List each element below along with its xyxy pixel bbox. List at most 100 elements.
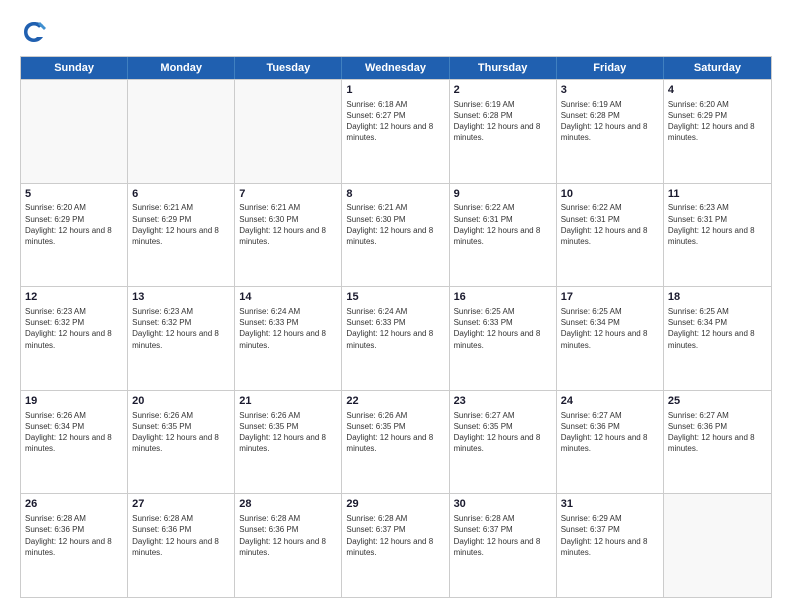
day-info: Sunrise: 6:20 AMSunset: 6:29 PMDaylight:… — [25, 202, 123, 247]
day-cell-11: 11Sunrise: 6:23 AMSunset: 6:31 PMDayligh… — [664, 184, 771, 287]
day-cell-28: 28Sunrise: 6:28 AMSunset: 6:36 PMDayligh… — [235, 494, 342, 597]
day-number: 7 — [239, 187, 337, 202]
day-cell-2: 2Sunrise: 6:19 AMSunset: 6:28 PMDaylight… — [450, 80, 557, 183]
day-number: 13 — [132, 290, 230, 305]
day-cell-29: 29Sunrise: 6:28 AMSunset: 6:37 PMDayligh… — [342, 494, 449, 597]
day-number: 29 — [346, 497, 444, 512]
day-number: 26 — [25, 497, 123, 512]
day-info: Sunrise: 6:18 AMSunset: 6:27 PMDaylight:… — [346, 99, 444, 144]
day-info: Sunrise: 6:27 AMSunset: 6:36 PMDaylight:… — [561, 410, 659, 455]
calendar: SundayMondayTuesdayWednesdayThursdayFrid… — [20, 56, 772, 598]
day-info: Sunrise: 6:27 AMSunset: 6:36 PMDaylight:… — [668, 410, 767, 455]
header-day-thursday: Thursday — [450, 57, 557, 79]
day-cell-14: 14Sunrise: 6:24 AMSunset: 6:33 PMDayligh… — [235, 287, 342, 390]
day-number: 31 — [561, 497, 659, 512]
day-info: Sunrise: 6:24 AMSunset: 6:33 PMDaylight:… — [346, 306, 444, 351]
day-info: Sunrise: 6:25 AMSunset: 6:33 PMDaylight:… — [454, 306, 552, 351]
day-cell-17: 17Sunrise: 6:25 AMSunset: 6:34 PMDayligh… — [557, 287, 664, 390]
day-number: 6 — [132, 187, 230, 202]
day-info: Sunrise: 6:28 AMSunset: 6:37 PMDaylight:… — [454, 513, 552, 558]
week-row-4: 26Sunrise: 6:28 AMSunset: 6:36 PMDayligh… — [21, 493, 771, 597]
logo-icon — [20, 18, 48, 46]
day-number: 4 — [668, 83, 767, 98]
day-cell-19: 19Sunrise: 6:26 AMSunset: 6:34 PMDayligh… — [21, 391, 128, 494]
empty-cell-0-1 — [128, 80, 235, 183]
day-info: Sunrise: 6:19 AMSunset: 6:28 PMDaylight:… — [454, 99, 552, 144]
day-cell-6: 6Sunrise: 6:21 AMSunset: 6:29 PMDaylight… — [128, 184, 235, 287]
day-cell-20: 20Sunrise: 6:26 AMSunset: 6:35 PMDayligh… — [128, 391, 235, 494]
calendar-body: 1Sunrise: 6:18 AMSunset: 6:27 PMDaylight… — [21, 79, 771, 597]
day-cell-7: 7Sunrise: 6:21 AMSunset: 6:30 PMDaylight… — [235, 184, 342, 287]
day-cell-26: 26Sunrise: 6:28 AMSunset: 6:36 PMDayligh… — [21, 494, 128, 597]
day-number: 27 — [132, 497, 230, 512]
day-info: Sunrise: 6:22 AMSunset: 6:31 PMDaylight:… — [561, 202, 659, 247]
day-cell-16: 16Sunrise: 6:25 AMSunset: 6:33 PMDayligh… — [450, 287, 557, 390]
page: SundayMondayTuesdayWednesdayThursdayFrid… — [0, 0, 792, 612]
day-number: 8 — [346, 187, 444, 202]
day-number: 11 — [668, 187, 767, 202]
day-info: Sunrise: 6:28 AMSunset: 6:36 PMDaylight:… — [132, 513, 230, 558]
day-info: Sunrise: 6:26 AMSunset: 6:35 PMDaylight:… — [239, 410, 337, 455]
day-number: 22 — [346, 394, 444, 409]
day-number: 1 — [346, 83, 444, 98]
header-day-friday: Friday — [557, 57, 664, 79]
week-row-2: 12Sunrise: 6:23 AMSunset: 6:32 PMDayligh… — [21, 286, 771, 390]
empty-cell-0-2 — [235, 80, 342, 183]
day-number: 30 — [454, 497, 552, 512]
day-number: 10 — [561, 187, 659, 202]
day-number: 24 — [561, 394, 659, 409]
header-day-sunday: Sunday — [21, 57, 128, 79]
day-cell-31: 31Sunrise: 6:29 AMSunset: 6:37 PMDayligh… — [557, 494, 664, 597]
header-day-saturday: Saturday — [664, 57, 771, 79]
day-info: Sunrise: 6:29 AMSunset: 6:37 PMDaylight:… — [561, 513, 659, 558]
day-info: Sunrise: 6:23 AMSunset: 6:32 PMDaylight:… — [25, 306, 123, 351]
day-number: 17 — [561, 290, 659, 305]
day-number: 23 — [454, 394, 552, 409]
header-day-monday: Monday — [128, 57, 235, 79]
day-info: Sunrise: 6:26 AMSunset: 6:35 PMDaylight:… — [132, 410, 230, 455]
day-cell-5: 5Sunrise: 6:20 AMSunset: 6:29 PMDaylight… — [21, 184, 128, 287]
day-number: 19 — [25, 394, 123, 409]
day-info: Sunrise: 6:28 AMSunset: 6:36 PMDaylight:… — [25, 513, 123, 558]
header — [20, 18, 772, 46]
day-cell-21: 21Sunrise: 6:26 AMSunset: 6:35 PMDayligh… — [235, 391, 342, 494]
week-row-3: 19Sunrise: 6:26 AMSunset: 6:34 PMDayligh… — [21, 390, 771, 494]
day-cell-12: 12Sunrise: 6:23 AMSunset: 6:32 PMDayligh… — [21, 287, 128, 390]
day-cell-18: 18Sunrise: 6:25 AMSunset: 6:34 PMDayligh… — [664, 287, 771, 390]
day-cell-3: 3Sunrise: 6:19 AMSunset: 6:28 PMDaylight… — [557, 80, 664, 183]
day-info: Sunrise: 6:25 AMSunset: 6:34 PMDaylight:… — [561, 306, 659, 351]
day-cell-9: 9Sunrise: 6:22 AMSunset: 6:31 PMDaylight… — [450, 184, 557, 287]
day-number: 9 — [454, 187, 552, 202]
week-row-0: 1Sunrise: 6:18 AMSunset: 6:27 PMDaylight… — [21, 79, 771, 183]
day-cell-13: 13Sunrise: 6:23 AMSunset: 6:32 PMDayligh… — [128, 287, 235, 390]
day-number: 16 — [454, 290, 552, 305]
calendar-header: SundayMondayTuesdayWednesdayThursdayFrid… — [21, 57, 771, 79]
day-cell-27: 27Sunrise: 6:28 AMSunset: 6:36 PMDayligh… — [128, 494, 235, 597]
day-number: 28 — [239, 497, 337, 512]
day-info: Sunrise: 6:21 AMSunset: 6:29 PMDaylight:… — [132, 202, 230, 247]
day-info: Sunrise: 6:21 AMSunset: 6:30 PMDaylight:… — [346, 202, 444, 247]
day-info: Sunrise: 6:24 AMSunset: 6:33 PMDaylight:… — [239, 306, 337, 351]
day-info: Sunrise: 6:20 AMSunset: 6:29 PMDaylight:… — [668, 99, 767, 144]
day-info: Sunrise: 6:25 AMSunset: 6:34 PMDaylight:… — [668, 306, 767, 351]
day-number: 21 — [239, 394, 337, 409]
day-info: Sunrise: 6:22 AMSunset: 6:31 PMDaylight:… — [454, 202, 552, 247]
week-row-1: 5Sunrise: 6:20 AMSunset: 6:29 PMDaylight… — [21, 183, 771, 287]
empty-cell-4-6 — [664, 494, 771, 597]
day-cell-30: 30Sunrise: 6:28 AMSunset: 6:37 PMDayligh… — [450, 494, 557, 597]
day-number: 12 — [25, 290, 123, 305]
day-info: Sunrise: 6:26 AMSunset: 6:34 PMDaylight:… — [25, 410, 123, 455]
day-info: Sunrise: 6:19 AMSunset: 6:28 PMDaylight:… — [561, 99, 659, 144]
day-info: Sunrise: 6:26 AMSunset: 6:35 PMDaylight:… — [346, 410, 444, 455]
day-info: Sunrise: 6:23 AMSunset: 6:32 PMDaylight:… — [132, 306, 230, 351]
day-cell-8: 8Sunrise: 6:21 AMSunset: 6:30 PMDaylight… — [342, 184, 449, 287]
day-cell-23: 23Sunrise: 6:27 AMSunset: 6:35 PMDayligh… — [450, 391, 557, 494]
day-number: 3 — [561, 83, 659, 98]
day-cell-1: 1Sunrise: 6:18 AMSunset: 6:27 PMDaylight… — [342, 80, 449, 183]
day-info: Sunrise: 6:28 AMSunset: 6:37 PMDaylight:… — [346, 513, 444, 558]
day-number: 18 — [668, 290, 767, 305]
day-number: 15 — [346, 290, 444, 305]
day-cell-24: 24Sunrise: 6:27 AMSunset: 6:36 PMDayligh… — [557, 391, 664, 494]
empty-cell-0-0 — [21, 80, 128, 183]
day-number: 2 — [454, 83, 552, 98]
